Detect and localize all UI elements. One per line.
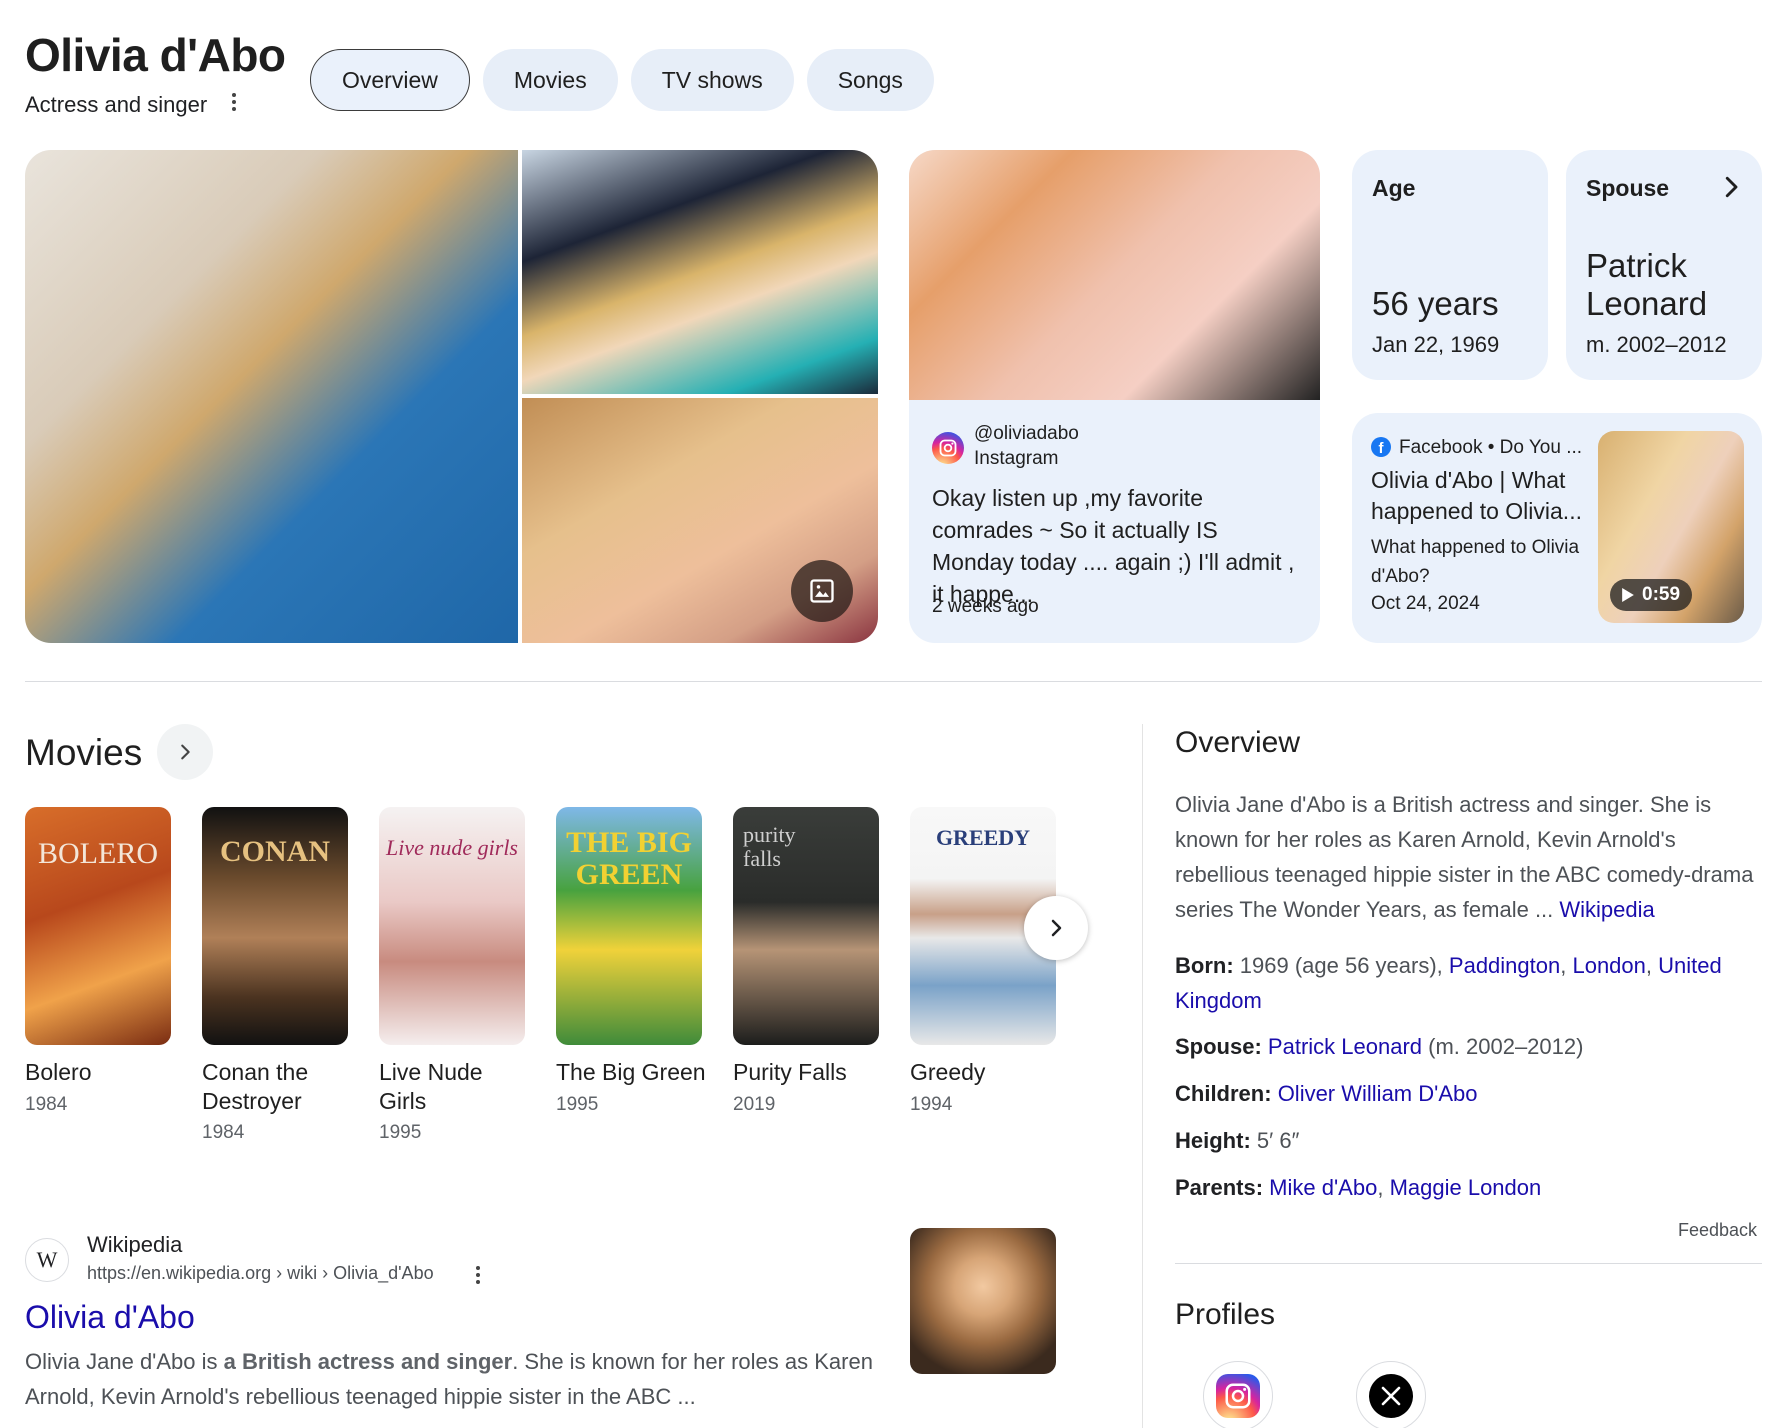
wikipedia-icon: W [25,1238,69,1282]
instagram-handle: @oliviadabo [974,423,1079,444]
page-subtitle: Actress and singer [25,92,208,117]
result-snippet: Olivia Jane d'Abo is a British actress a… [25,1349,873,1409]
result-thumbnail[interactable] [910,1228,1056,1374]
result-site-name[interactable]: Wikipedia [87,1232,182,1258]
tab-tv-shows[interactable]: TV shows [630,49,794,111]
birth-date: Jan 22, 1969 [1372,332,1500,357]
more-options-icon[interactable] [226,90,242,114]
movies-more-button[interactable] [157,724,213,780]
movie-year: 1995 [379,1122,422,1143]
age-value: 56 years [1372,285,1499,322]
overview-heading: Overview [1175,726,1301,759]
chevron-right-icon [1716,170,1746,204]
page-title: Olivia d'Abo [25,29,286,81]
overview-description: Olivia Jane d'Abo is a British actress a… [1175,792,1754,922]
spouse-name-last: Leonard [1586,285,1708,322]
movie-poster-the-big-green[interactable]: THE BIG GREEN [556,807,702,1045]
movies-heading: Movies [25,732,143,773]
x-profile-button[interactable] [1356,1361,1426,1428]
result-url[interactable]: https://en.wikipedia.org › wiki › Olivia… [87,1263,434,1284]
main-photo[interactable] [25,150,518,643]
movie-poster-live-nude-girls[interactable]: Live nude girls [379,807,525,1045]
marriage-years: m. 2002–2012 [1586,332,1727,357]
spouse-card[interactable]: Spouse Patrick Leonard m. 2002–2012 [1566,150,1762,380]
movie-title[interactable]: Purity Falls [733,1058,893,1087]
movie-poster-conan[interactable]: CONAN [202,807,348,1045]
x-icon [1369,1374,1413,1418]
facebook-source: Facebook • Do You ... [1399,437,1583,458]
facebook-video-card[interactable]: f Facebook • Do You ... Olivia d'Abo | W… [1352,413,1762,643]
instagram-post-time: 2 weeks ago [932,596,1039,617]
movie-year: 1984 [202,1122,245,1143]
movie-title[interactable]: Live Nude Girls [379,1058,499,1116]
fact-children: Children: Oliver William D'Abo [1175,1081,1478,1106]
age-label: Age [1372,175,1416,201]
profiles-heading: Profiles [1175,1298,1276,1331]
instagram-icon [932,432,964,464]
play-icon [1622,588,1634,602]
facebook-icon: f [1371,437,1391,457]
result-title-link[interactable]: Olivia d'Abo [25,1299,195,1336]
instagram-post-image [909,150,1320,400]
movie-year: 1995 [556,1094,599,1115]
fact-parents: Parents: Mike d'Abo, Maggie London [1175,1175,1542,1200]
photo-top-right[interactable] [522,150,878,394]
result-more-icon[interactable] [472,1264,484,1286]
movie-title[interactable]: The Big Green [556,1058,716,1087]
video-duration-badge: 0:59 [1610,579,1693,611]
fact-born: Born: 1969 (age 56 years), Paddington, L… [1175,953,1722,1013]
tab-movies[interactable]: Movies [482,49,618,111]
instagram-source: Instagram [974,448,1059,469]
overview-divider [1175,1263,1762,1264]
chevron-right-icon [181,744,190,760]
image-gallery-icon[interactable] [791,560,853,622]
feedback-link[interactable]: Feedback [1678,1220,1757,1241]
instagram-profile-button[interactable] [1203,1361,1273,1428]
parent-link-mike[interactable]: Mike d'Abo [1269,1175,1377,1200]
age-card[interactable]: Age 56 years Jan 22, 1969 [1352,150,1548,380]
movie-poster-bolero[interactable]: BOLERO [25,807,171,1045]
spouse-name-first: Patrick [1586,247,1687,284]
movie-year: 1984 [25,1094,68,1115]
fact-height: Height: 5′ 6″ [1175,1128,1300,1153]
movies-next-button[interactable] [1024,896,1088,960]
movie-title[interactable]: Greedy [910,1058,1070,1087]
section-divider [25,681,1762,682]
wikipedia-source-link[interactable]: Wikipedia [1559,897,1654,922]
facebook-video-date: Oct 24, 2024 [1371,593,1480,614]
tab-bar: Overview Movies TV shows Songs [310,49,934,111]
column-divider [1142,724,1143,1428]
tab-songs[interactable]: Songs [806,49,934,111]
instagram-icon [1216,1374,1260,1418]
spouse-link[interactable]: Patrick Leonard [1268,1034,1422,1059]
movie-poster-purity-falls[interactable]: purity falls [733,807,879,1045]
facebook-video-title: Olivia d'Abo | What happened to Olivia..… [1371,467,1582,524]
movie-title[interactable]: Conan the Destroyer [202,1058,332,1116]
spouse-label: Spouse [1586,175,1670,201]
fact-spouse: Spouse: Patrick Leonard (m. 2002–2012) [1175,1034,1584,1059]
parent-link-maggie[interactable]: Maggie London [1390,1175,1542,1200]
tab-overview[interactable]: Overview [310,49,470,111]
chevron-right-icon [1051,919,1062,937]
born-link-london[interactable]: London [1572,953,1645,978]
born-link-paddington[interactable]: Paddington [1449,953,1560,978]
movie-year: 2019 [733,1094,776,1115]
facebook-video-description: What happened to Olivia d'Abo? [1371,537,1580,587]
children-link[interactable]: Oliver William D'Abo [1278,1081,1478,1106]
movie-year: 1994 [910,1094,953,1115]
instagram-post-card[interactable]: @oliviadabo Instagram Okay listen up ,my… [909,150,1320,643]
instagram-post-text: Okay listen up ,my favorite comrades ~ S… [932,485,1295,607]
movie-title[interactable]: Bolero [25,1058,185,1087]
